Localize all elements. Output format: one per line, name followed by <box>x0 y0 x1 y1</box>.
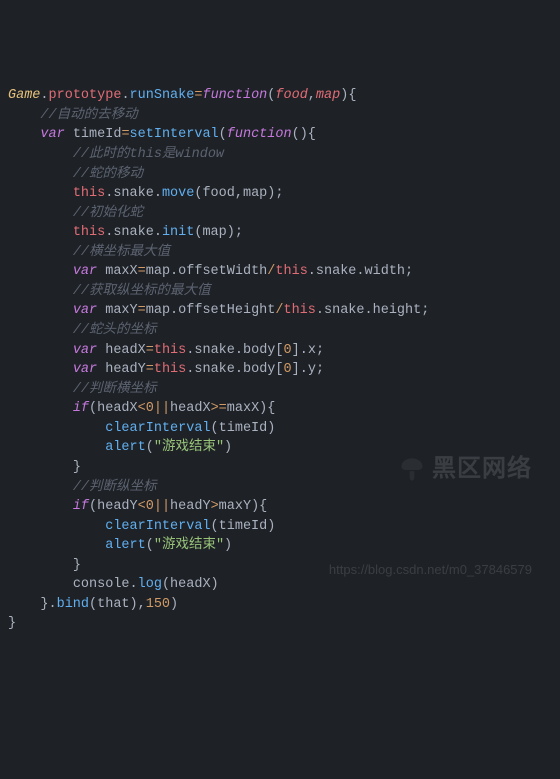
comment: //获取纵坐标的最大值 <box>73 284 211 299</box>
number-zero: 0 <box>284 343 292 358</box>
code-block: Game.prototype.runSnake=function(food,ma… <box>8 86 552 634</box>
comment: //蛇头的坐标 <box>73 323 157 338</box>
param-map: map <box>316 88 340 103</box>
number-150: 150 <box>146 597 170 612</box>
comment: //自动的去移动 <box>40 108 137 123</box>
fn-log: log <box>138 577 162 592</box>
fn-alert: alert <box>105 440 146 455</box>
keyword-if: if <box>73 401 89 416</box>
var-headY: headY <box>105 362 146 377</box>
keyword-this: this <box>73 186 105 201</box>
fn-setInterval: setInterval <box>130 127 219 142</box>
string-gameover: "游戏结束" <box>154 440 224 455</box>
arg-that: that <box>97 597 129 612</box>
obj-console: console <box>73 577 130 592</box>
comment: //横坐标最大值 <box>73 245 170 260</box>
fn-clearInterval: clearInterval <box>105 421 210 436</box>
comment: //蛇的移动 <box>73 167 143 182</box>
keyword-function: function <box>202 88 267 103</box>
var-maxX: maxX <box>105 264 137 279</box>
comment: //初始化蛇 <box>73 206 143 221</box>
method-runSnake: runSnake <box>130 88 195 103</box>
var-maxY: maxY <box>105 303 137 318</box>
keyword-var: var <box>40 127 64 142</box>
comment: //此时的this是window <box>73 147 224 162</box>
fn-init: init <box>162 225 194 240</box>
comment: //判断纵坐标 <box>73 480 157 495</box>
fn-bind: bind <box>57 597 89 612</box>
var-headX: headX <box>105 343 146 358</box>
comment: //判断横坐标 <box>73 382 157 397</box>
prototype-token: prototype <box>49 88 122 103</box>
param-food: food <box>275 88 307 103</box>
class-name: Game <box>8 88 40 103</box>
fn-move: move <box>162 186 194 201</box>
